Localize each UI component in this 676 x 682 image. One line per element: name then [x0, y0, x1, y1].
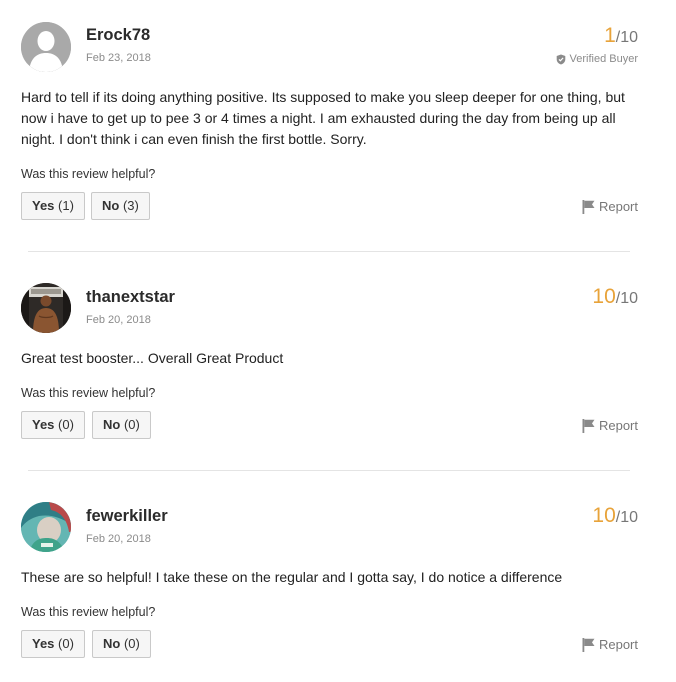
verified-label: Verified Buyer	[569, 53, 638, 65]
report-label: Report	[598, 418, 638, 433]
avatar[interactable]	[21, 283, 71, 333]
flag-icon	[582, 418, 595, 433]
helpful-prompt: Was this review helpful?	[21, 605, 156, 619]
review-text: These are so helpful! I take these on th…	[21, 569, 563, 585]
review-item: thanextstar Feb 20, 2018 10/10 Great tes…	[0, 252, 676, 471]
review-item: fewerkiller Feb 20, 2018 10/10 These are…	[0, 471, 676, 682]
no-label: No	[102, 198, 120, 213]
no-count: (3)	[122, 198, 139, 213]
helpful-no-button[interactable]: No (3)	[91, 192, 150, 220]
helpful-no-button[interactable]: No (0)	[92, 411, 151, 439]
rating-score: 10	[592, 285, 616, 308]
reviewer-name[interactable]: fewerkiller	[86, 507, 168, 526]
flag-icon	[582, 637, 595, 652]
user-photo-icon	[21, 502, 71, 552]
yes-count: (0)	[58, 636, 74, 651]
no-label: No	[103, 417, 121, 432]
report-link[interactable]: Report	[582, 418, 638, 433]
review-item: Erock78 Feb 23, 2018 1/10 Verified Buyer…	[0, 0, 676, 252]
rating: 1/10	[604, 25, 638, 46]
rating: 10/10	[592, 505, 638, 526]
yes-label: Yes	[32, 198, 55, 213]
rating-score: 10	[592, 504, 616, 527]
yes-label: Yes	[32, 636, 55, 651]
verified-buyer-badge: Verified Buyer	[556, 53, 638, 65]
reviewer-name[interactable]: thanextstar	[86, 288, 175, 307]
reviewer-name[interactable]: Erock78	[86, 26, 150, 45]
report-link[interactable]: Report	[582, 199, 638, 214]
user-silhouette-icon	[21, 22, 71, 72]
helpful-prompt: Was this review helpful?	[21, 167, 156, 181]
helpful-no-button[interactable]: No (0)	[92, 630, 151, 658]
avatar[interactable]	[21, 22, 71, 72]
rating-max: /10	[615, 290, 638, 307]
review-date: Feb 23, 2018	[86, 52, 151, 64]
report-link[interactable]: Report	[582, 637, 638, 652]
no-count: (0)	[123, 636, 140, 651]
shield-check-icon	[556, 54, 565, 64]
yes-label: Yes	[32, 417, 55, 432]
rating: 10/10	[592, 286, 638, 307]
no-label: No	[103, 636, 121, 651]
user-photo-icon	[21, 283, 71, 333]
helpful-yes-button[interactable]: Yes (0)	[21, 411, 85, 439]
review-text: Hard to tell if its doing anything posit…	[21, 89, 625, 147]
helpful-prompt: Was this review helpful?	[21, 386, 156, 400]
avatar[interactable]	[21, 502, 71, 552]
rating-max: /10	[615, 509, 638, 526]
review-text: Great test booster... Overall Great Prod…	[21, 350, 284, 366]
yes-count: (0)	[58, 417, 74, 432]
report-label: Report	[598, 199, 638, 214]
rating-max: /10	[615, 29, 638, 46]
helpful-yes-button[interactable]: Yes (1)	[21, 192, 85, 220]
no-count: (0)	[123, 417, 140, 432]
yes-count: (1)	[58, 198, 74, 213]
review-date: Feb 20, 2018	[86, 533, 151, 545]
flag-icon	[582, 199, 595, 214]
review-date: Feb 20, 2018	[86, 314, 151, 326]
report-label: Report	[598, 637, 638, 652]
helpful-yes-button[interactable]: Yes (0)	[21, 630, 85, 658]
rating-score: 1	[604, 24, 616, 47]
